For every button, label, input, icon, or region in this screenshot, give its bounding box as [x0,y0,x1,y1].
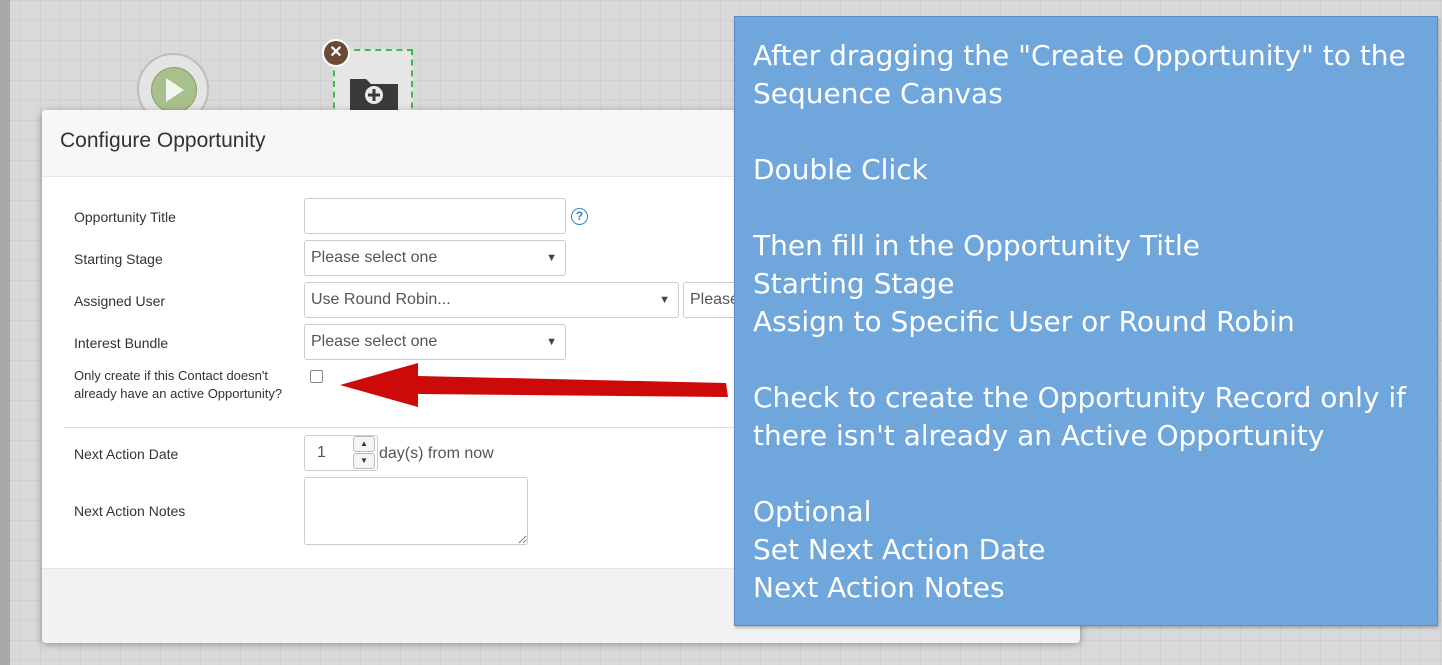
only-create-label: Only create if this Contact doesn't alre… [74,368,283,401]
assigned-user-select[interactable]: Use Round Robin... ▼ [304,282,679,318]
days-suffix-label: day(s) from now [379,445,494,462]
callout-line [753,189,1433,227]
canvas-left-strip [0,0,10,665]
play-icon [151,67,197,113]
caret-down-icon: ▼ [546,252,557,264]
red-arrow-annotation [340,363,728,407]
opportunity-title-label: Opportunity Title [74,209,176,225]
callout-line: Starting Stage [753,267,955,300]
folder-add-icon [350,79,398,111]
interest-bundle-label: Interest Bundle [74,335,169,351]
assigned-user-value: Use Round Robin... [311,291,451,308]
remove-node-button[interactable]: ✕ [322,39,350,67]
starting-stage-select[interactable]: Please select one ▼ [304,240,566,276]
dialog-title: Configure Opportunity [60,129,266,152]
help-icon[interactable]: ? [571,208,588,225]
callout-line: Optional [753,495,872,528]
callout-line [753,113,1433,151]
next-action-date-value: 1 [317,444,326,461]
interest-bundle-value: Please select one [311,333,438,350]
callout-line: Next Action Notes [753,571,1005,604]
next-action-notes-label: Next Action Notes [74,503,186,519]
starting-stage-value: Please select one [311,249,438,266]
callout-line [753,455,1433,493]
callout-line: Then fill in the Opportunity Title [753,229,1201,262]
opportunity-title-input[interactable] [304,198,566,234]
days-spinner: ▲ ▼ [353,436,377,470]
instruction-callout: After dragging the "Create Opportunity" … [734,16,1438,626]
next-action-date-label: Next Action Date [74,446,179,462]
assigned-user-label: Assigned User [74,293,166,309]
callout-line: Assign to Specific User or Round Robin [753,305,1295,338]
next-action-notes-textarea[interactable] [304,477,528,545]
callout-line: Check to create the Opportunity Record o… [753,381,1407,452]
divider [64,427,764,428]
only-create-checkbox[interactable] [310,370,323,383]
callout-text: After dragging the "Create Opportunity" … [753,37,1433,607]
caret-down-icon: ▼ [659,294,670,306]
spin-down-button[interactable]: ▼ [353,453,375,469]
callout-line: After dragging the "Create Opportunity" … [753,39,1406,110]
callout-line [753,341,1433,379]
callout-line: Set Next Action Date [753,533,1046,566]
specific-user-value: Please [690,291,739,308]
callout-line: Double Click [753,153,928,186]
starting-stage-label: Starting Stage [74,251,163,267]
close-icon: ✕ [329,44,343,61]
spin-up-button[interactable]: ▲ [353,436,375,452]
